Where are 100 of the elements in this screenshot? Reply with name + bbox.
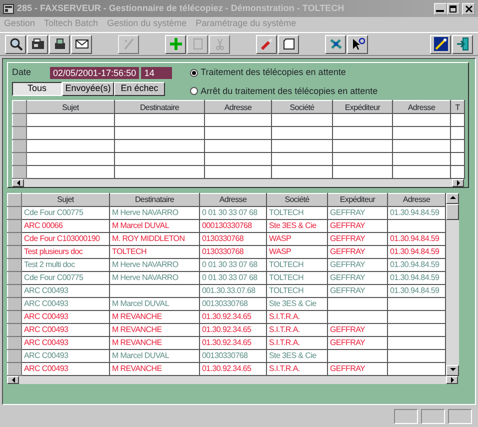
radio-button[interactable]: [190, 87, 198, 96]
table-cell: GEFFRAY: [328, 323, 388, 336]
column-header[interactable]: Société: [272, 100, 332, 114]
right-arrow-icon: [454, 179, 462, 188]
table-cell: 01.30.94.84.59: [388, 284, 446, 298]
minimize-button[interactable]: [434, 2, 447, 14]
column-header[interactable]: Société: [266, 193, 328, 206]
envelope-icon: [74, 37, 88, 51]
scroll-right-button[interactable]: [452, 179, 464, 188]
table-cell: TOLTECH: [266, 206, 328, 220]
toolbar-button[interactable]: [430, 34, 451, 54]
column-header[interactable]: Destinataire: [110, 193, 200, 206]
toolbar-button[interactable]: [49, 34, 70, 54]
table-cell: 0130330768: [200, 245, 266, 258]
toolbar-button[interactable]: [27, 34, 48, 54]
table-cell: Ste 3ES & Cie: [266, 219, 328, 232]
toolbar-button[interactable]: [71, 34, 92, 54]
toolbar-button[interactable]: [278, 34, 299, 54]
column-header[interactable]: Sujet: [22, 193, 110, 206]
filter-tab[interactable]: Envoyée(s): [62, 82, 114, 96]
column-header[interactable]: Expéditeur: [328, 193, 388, 206]
table-cell: Ste 3ES & Cie: [266, 297, 328, 310]
table-cell: TOLTECH: [266, 258, 328, 272]
filter-tab[interactable]: Tous: [12, 82, 62, 96]
table-cell: TOLTECH: [110, 245, 200, 258]
table-cell: GEFFRAY: [328, 284, 388, 298]
close-button[interactable]: [462, 2, 475, 14]
table-cell: GEFFRAY: [328, 336, 388, 350]
table-cell: 0130330768: [200, 232, 266, 246]
table-cell: ARC C00493: [22, 297, 110, 310]
table-cell: GEFFRAY: [328, 245, 388, 258]
table-cell: 01.30.92.34.65: [200, 310, 266, 324]
column-header[interactable]: Adresse: [204, 100, 272, 114]
table-cell: 0 01 30 33 07 68: [200, 258, 266, 272]
table-cell: 00130330768: [200, 297, 266, 310]
scroll-thumb[interactable]: [446, 204, 459, 220]
table-cell: [388, 297, 446, 310]
toolbar-button[interactable]: [165, 34, 186, 54]
table-cell: Test plusieurs doc: [22, 245, 110, 258]
table-cell: ARC 00066: [22, 219, 110, 232]
scroll-down-button[interactable]: [446, 364, 459, 376]
table-cell: [388, 219, 446, 232]
printer-icon: [52, 37, 66, 51]
row-header: [8, 193, 22, 206]
table-cell: [328, 297, 388, 310]
table-cell: [388, 310, 446, 324]
app-icon: [3, 4, 14, 14]
table-cell: Cde Four C00775: [22, 271, 110, 284]
table-cell: Ste 3ES & Cie: [266, 349, 328, 362]
column-header[interactable]: Adresse: [392, 100, 450, 114]
table-cell: M Marcel DUVAL: [110, 219, 200, 232]
table-cell: ARC C00493: [22, 310, 110, 324]
table-cell: [388, 323, 446, 336]
table-cell: S.I.T.R.A.: [266, 362, 328, 376]
table-cell: S.I.T.R.A.: [266, 336, 328, 350]
horizontal-scrollbar[interactable]: [12, 179, 464, 188]
vertical-scrollbar[interactable]: [446, 192, 459, 376]
table-cell: GEFFRAY: [328, 219, 388, 232]
date-field[interactable]: 02/05/2001-17:56:50: [50, 66, 140, 79]
radio-label: Traitement des télécopies en attente: [200, 66, 346, 79]
table-cell: 01.30.92.34.65: [200, 362, 266, 376]
toolbar-button[interactable]: [256, 34, 277, 54]
table-cell: 000130330768: [200, 219, 266, 232]
table-cell: [388, 349, 446, 362]
table-cell: 00130330768: [200, 349, 266, 362]
table-cell: ARC C00493: [22, 323, 110, 336]
table-cell: 0 01 30 33 07 68: [200, 206, 266, 220]
table-cell: GEFFRAY: [328, 362, 388, 376]
filter-tab[interactable]: En échec: [114, 82, 165, 96]
column-header[interactable]: Expéditeur: [332, 100, 392, 114]
table-cell: ARC C00493: [22, 336, 110, 350]
toolbar-button[interactable]: [452, 34, 473, 54]
table-cell: [388, 336, 446, 350]
status-pane: [421, 409, 445, 424]
radio-label: Arrêt du traitement des télécopies en attente: [200, 84, 378, 98]
close-icon: [464, 4, 472, 12]
column-header[interactable]: T: [450, 100, 464, 114]
toolbar-button[interactable]: [347, 34, 368, 54]
maximize-button[interactable]: [446, 2, 460, 14]
column-header[interactable]: Adresse: [388, 193, 446, 206]
row-header: [12, 100, 26, 114]
count-field[interactable]: 14: [141, 66, 172, 79]
help-icon: [350, 37, 364, 51]
scroll-up-button[interactable]: [446, 192, 459, 204]
toolbar-button[interactable]: [325, 34, 346, 54]
table-cell: Cde Four C103000190: [22, 232, 110, 246]
column-header[interactable]: Sujet: [26, 100, 114, 114]
scroll-left-button[interactable]: [12, 179, 24, 188]
table-cell: M Herve NAVARRO: [110, 271, 200, 284]
radio-button[interactable]: [190, 68, 198, 77]
date-label: Date: [12, 66, 32, 79]
table-cell: 01.30.94.84.59: [388, 258, 446, 272]
table-cell: 01.30.94.84.59: [388, 245, 446, 258]
column-header[interactable]: Adresse: [200, 193, 266, 206]
toolbar-button[interactable]: [5, 34, 26, 54]
table-cell: M Marcel DUVAL: [110, 297, 200, 310]
table-cell: M Herve NAVARRO: [110, 258, 200, 272]
table-cell: TOLTECH: [266, 271, 328, 284]
table-cell: M REVANCHE: [110, 310, 200, 324]
column-header[interactable]: Destinataire: [114, 100, 204, 114]
